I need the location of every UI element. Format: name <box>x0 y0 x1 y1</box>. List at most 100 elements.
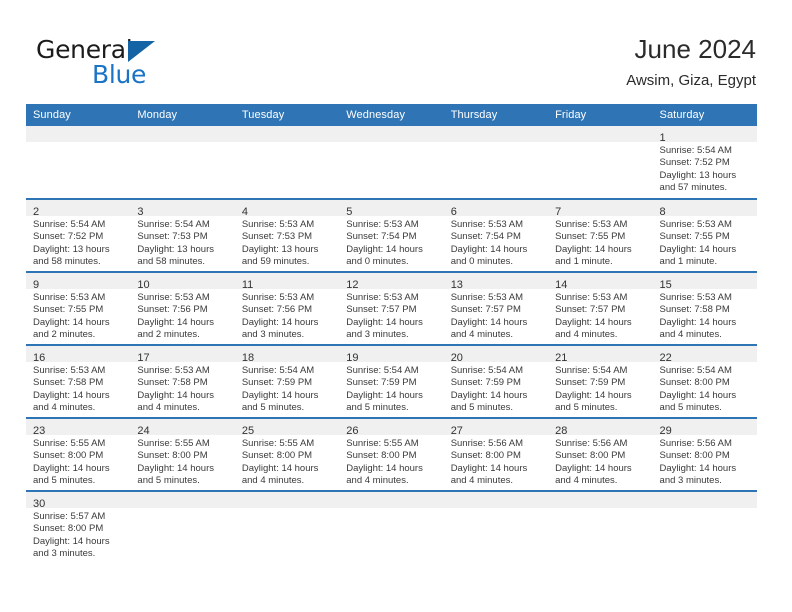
calendar-day-cell[interactable]: 18 Sunrise: 5:54 AM Sunset: 7:59 PM Dayligh… <box>234 345 340 419</box>
daylight-text-line1: Daylight: 14 hours <box>555 389 632 401</box>
sunrise-text: Sunrise: 5:53 AM <box>450 292 524 303</box>
calendar-day-cell[interactable]: 15 Sunrise: 5:53 AM Sunset: 7:58 PM Dayligh… <box>652 272 757 346</box>
calendar-day-cell[interactable]: 7 Sunrise: 5:53 AM Sunset: 7:55 PM Daylight… <box>548 199 653 273</box>
page-header: General Blue June 2024 Awsim, Giza, Egyp… <box>0 0 792 100</box>
sunrise-text: Sunrise: 5:57 AM <box>33 511 106 522</box>
daylight-text-line2: and 5 minutes. <box>137 475 200 487</box>
calendar-day-cell[interactable]: 16 Sunrise: 5:53 AM Sunset: 7:58 PM Dayligh… <box>26 345 131 419</box>
day-detail-block: Sunrise: 5:53 AM Sunset: 7:54 PM Daylight:… <box>444 216 548 269</box>
day-number-band: 23 <box>26 419 131 437</box>
calendar-day-cell[interactable]: 28 Sunrise: 5:56 AM Sunset: 8:00 PM Dayligh… <box>548 418 653 492</box>
day-number: 6 <box>450 206 457 218</box>
sunset-text: Sunset: 7:52 PM <box>33 231 104 243</box>
day-number: 8 <box>659 206 666 218</box>
calendar-day-cell[interactable]: 4 Sunrise: 5:53 AM Sunset: 7:53 PM Daylight… <box>234 199 340 273</box>
calendar-day-cell[interactable]: 2 Sunrise: 5:54 AM Sunset: 7:52 PM Daylight… <box>26 199 131 273</box>
sunset-text: Sunset: 8:00 PM <box>137 450 208 462</box>
day-number-band <box>548 492 653 508</box>
daylight-text-line1: Daylight: 14 hours <box>346 316 423 328</box>
calendar-day-cell[interactable]: 29 Sunrise: 5:56 AM Sunset: 8:00 PM Dayligh… <box>652 418 757 492</box>
day-number: 9 <box>33 279 40 291</box>
daylight-text-line2: and 5 minutes. <box>33 475 96 487</box>
day-number-band: 24 <box>130 419 235 437</box>
daylight-text-line2: and 5 minutes. <box>659 402 722 414</box>
calendar-day-cell[interactable]: 9 Sunrise: 5:53 AM Sunset: 7:55 PM Daylight… <box>26 272 131 346</box>
day-number-band: 28 <box>548 419 653 437</box>
sunset-text: Sunset: 7:57 PM <box>450 304 521 316</box>
day-number: 11 <box>241 279 254 291</box>
day-number-band: 1 <box>652 126 757 144</box>
calendar-day-cell[interactable]: 27 Sunrise: 5:56 AM Sunset: 8:00 PM Dayligh… <box>443 418 549 492</box>
sunrise-text: Sunrise: 5:53 AM <box>659 292 732 303</box>
calendar-day-cell[interactable]: 20 Sunrise: 5:54 AM Sunset: 7:59 PM Dayligh… <box>443 345 549 419</box>
calendar-day-cell[interactable]: 24 Sunrise: 5:55 AM Sunset: 8:00 PM Dayligh… <box>130 418 235 492</box>
sunrise-text: Sunrise: 5:54 AM <box>450 365 524 376</box>
calendar-day-cell[interactable]: 23 Sunrise: 5:55 AM Sunset: 8:00 PM Dayligh… <box>26 418 131 492</box>
calendar-grid: Sunday Monday Tuesday Wednesday Thursday… <box>26 104 757 564</box>
calendar-day-cell[interactable]: 26 Sunrise: 5:55 AM Sunset: 8:00 PM Dayligh… <box>339 418 444 492</box>
sunrise-text: Sunrise: 5:56 AM <box>659 438 732 449</box>
calendar-day-cell[interactable]: 21 Sunrise: 5:54 AM Sunset: 7:59 PM Dayligh… <box>548 345 653 419</box>
sunset-text: Sunset: 7:58 PM <box>137 377 208 389</box>
calendar-day-cell[interactable]: 19 Sunrise: 5:54 AM Sunset: 7:59 PM Dayligh… <box>339 345 444 419</box>
daylight-text-line1: Daylight: 14 hours <box>450 389 528 401</box>
day-detail-block: Sunrise: 5:53 AM Sunset: 7:58 PM Daylight:… <box>26 362 130 415</box>
day-number-band <box>130 126 235 142</box>
calendar-day-cell-empty <box>234 126 340 200</box>
calendar-day-cell[interactable]: 5 Sunrise: 5:53 AM Sunset: 7:54 PM Daylight… <box>339 199 444 273</box>
sunset-text: Sunset: 7:56 PM <box>137 304 208 316</box>
calendar-day-cell[interactable]: 22 Sunrise: 5:54 AM Sunset: 8:00 PM Dayligh… <box>652 345 757 419</box>
day-detail-block: Sunrise: 5:54 AM Sunset: 7:59 PM Daylight:… <box>235 362 339 415</box>
page-subtitle: Awsim, Giza, Egypt <box>626 72 756 89</box>
day-number-band: 6 <box>443 200 549 218</box>
calendar-week-row: 9 Sunrise: 5:53 AM Sunset: 7:55 PM Daylight… <box>26 272 757 346</box>
calendar-day-cell[interactable]: 25 Sunrise: 5:55 AM Sunset: 8:00 PM Dayligh… <box>234 418 340 492</box>
calendar-day-cell[interactable]: 3 Sunrise: 5:54 AM Sunset: 7:53 PM Daylight… <box>130 199 235 273</box>
day-number: 7 <box>555 206 562 218</box>
calendar-day-cell[interactable]: 10 Sunrise: 5:53 AM Sunset: 7:56 PM Dayligh… <box>130 272 235 346</box>
daylight-text-line1: Daylight: 13 hours <box>659 169 737 181</box>
sunset-text: Sunset: 7:57 PM <box>555 304 626 316</box>
title-block: June 2024 Awsim, Giza, Egypt <box>626 33 756 91</box>
day-detail-block: Sunrise: 5:55 AM Sunset: 8:00 PM Daylight:… <box>130 435 234 488</box>
calendar-day-cell[interactable]: 1 Sunrise: 5:54 AM Sunset: 7:52 PM Daylight… <box>652 126 757 200</box>
daylight-text-line2: and 4 minutes. <box>241 475 305 487</box>
day-number: 13 <box>450 279 463 291</box>
general-blue-logo[interactable]: General Blue <box>36 36 276 92</box>
day-detail-block: Sunrise: 5:54 AM Sunset: 7:59 PM Daylight:… <box>548 362 652 415</box>
calendar-day-cell-empty <box>443 491 549 564</box>
calendar-day-cell[interactable]: 6 Sunrise: 5:53 AM Sunset: 7:54 PM Daylight… <box>443 199 549 273</box>
day-detail-block: Sunrise: 5:55 AM Sunset: 8:00 PM Daylight:… <box>26 435 130 488</box>
day-detail-block: Sunrise: 5:54 AM Sunset: 8:00 PM Daylight:… <box>653 362 757 415</box>
daylight-text-line1: Daylight: 14 hours <box>33 535 110 547</box>
sunrise-text: Sunrise: 5:53 AM <box>555 219 628 230</box>
day-number-band <box>443 126 549 142</box>
sunset-text: Sunset: 7:55 PM <box>33 304 104 316</box>
calendar-day-cell[interactable]: 13 Sunrise: 5:53 AM Sunset: 7:57 PM Dayligh… <box>443 272 549 346</box>
day-detail-block: Sunrise: 5:53 AM Sunset: 7:53 PM Daylight:… <box>235 216 339 269</box>
calendar-day-cell[interactable]: 8 Sunrise: 5:53 AM Sunset: 7:55 PM Daylight… <box>652 199 757 273</box>
logo-word-blue: Blue <box>92 60 147 89</box>
day-number: 28 <box>555 425 568 437</box>
day-number: 12 <box>346 279 359 291</box>
sunrise-text: Sunrise: 5:55 AM <box>346 438 419 449</box>
day-number: 16 <box>33 352 46 364</box>
daylight-text-line1: Daylight: 14 hours <box>555 316 632 328</box>
day-number-band: 19 <box>339 346 444 364</box>
calendar-day-cell[interactable]: 11 Sunrise: 5:53 AM Sunset: 7:56 PM Dayligh… <box>234 272 340 346</box>
sunrise-text: Sunrise: 5:53 AM <box>659 219 732 230</box>
calendar-day-cell[interactable]: 30 Sunrise: 5:57 AM Sunset: 8:00 PM Dayligh… <box>26 491 131 564</box>
weekday-header-thursday: Thursday <box>443 104 549 126</box>
day-detail-block: Sunrise: 5:56 AM Sunset: 8:00 PM Daylight:… <box>653 435 757 488</box>
sunrise-text: Sunrise: 5:53 AM <box>137 292 210 303</box>
day-detail-block: Sunrise: 5:53 AM Sunset: 7:58 PM Daylight:… <box>130 362 234 415</box>
calendar-day-cell[interactable]: 14 Sunrise: 5:53 AM Sunset: 7:57 PM Dayligh… <box>548 272 653 346</box>
daylight-text-line2: and 4 minutes. <box>346 475 409 487</box>
daylight-text-line2: and 5 minutes. <box>450 402 514 414</box>
calendar-day-cell[interactable]: 17 Sunrise: 5:53 AM Sunset: 7:58 PM Dayligh… <box>130 345 235 419</box>
calendar-day-cell[interactable]: 12 Sunrise: 5:53 AM Sunset: 7:57 PM Dayligh… <box>339 272 444 346</box>
day-detail-block: Sunrise: 5:54 AM Sunset: 7:52 PM Daylight:… <box>26 216 130 269</box>
daylight-text-line1: Daylight: 14 hours <box>346 243 423 255</box>
daylight-text-line2: and 3 minutes. <box>659 475 722 487</box>
daylight-text-line1: Daylight: 14 hours <box>137 462 214 474</box>
